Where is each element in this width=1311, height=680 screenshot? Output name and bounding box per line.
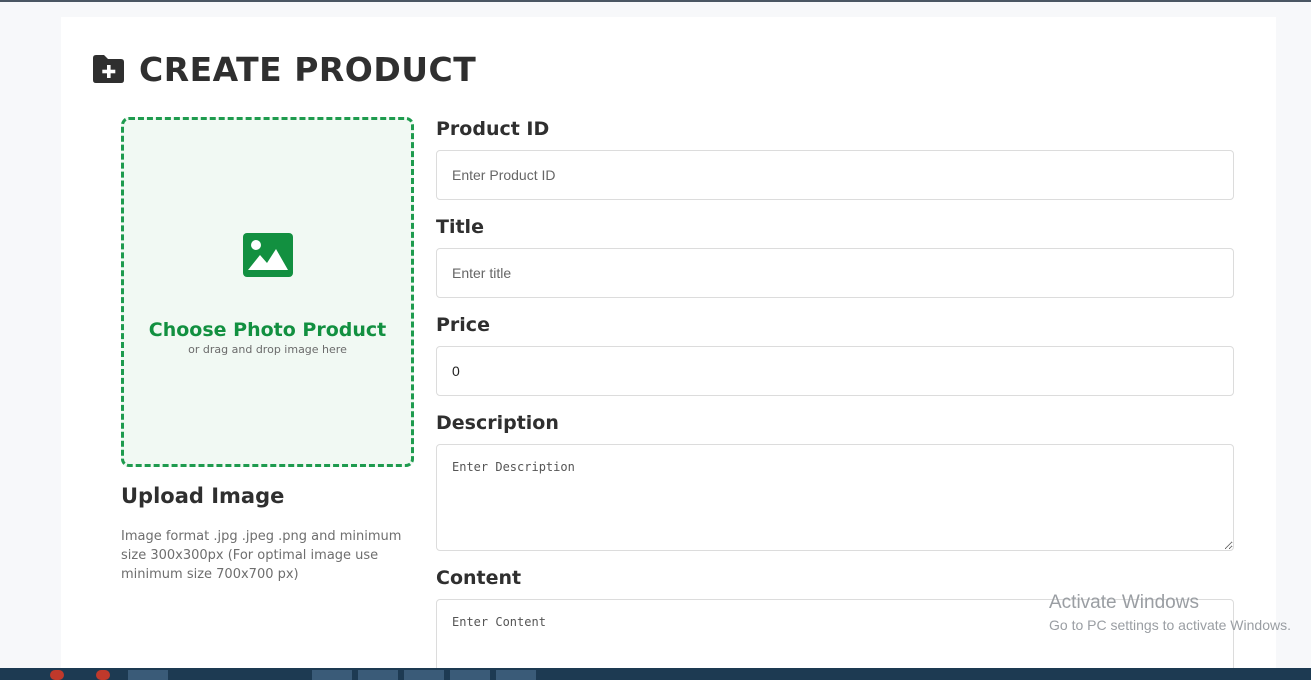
- taskbar-app-icon[interactable]: [128, 670, 168, 680]
- upload-image-heading: Upload Image: [121, 484, 285, 508]
- taskbar-app-icon[interactable]: [96, 670, 110, 680]
- image-dropzone[interactable]: Choose Photo Product or drag and drop im…: [121, 117, 414, 467]
- description-label: Description: [436, 412, 559, 434]
- dropzone-title: Choose Photo Product: [148, 319, 387, 341]
- product-id-label: Product ID: [436, 118, 550, 140]
- upload-image-help: Image format .jpg .jpeg .png and minimum…: [121, 529, 402, 582]
- taskbar-app-icon[interactable]: [358, 670, 398, 680]
- taskbar-app-icon[interactable]: [450, 670, 490, 680]
- taskbar-app-icon[interactable]: [404, 670, 444, 680]
- dropzone-subtitle: or drag and drop image here: [188, 343, 347, 356]
- content-label: Content: [436, 567, 522, 589]
- title-label: Title: [436, 216, 484, 238]
- price-input[interactable]: [436, 346, 1234, 396]
- description-textarea[interactable]: [436, 444, 1234, 551]
- taskbar-app-icon[interactable]: [496, 670, 536, 680]
- title-input[interactable]: [436, 248, 1234, 298]
- taskbar-app-icon[interactable]: [50, 670, 64, 680]
- product-id-input[interactable]: [436, 150, 1234, 200]
- content-textarea[interactable]: [436, 599, 1234, 677]
- folder-plus-icon: [93, 55, 124, 83]
- page-header: CREATE PRODUCT: [91, 49, 476, 89]
- taskbar: [0, 668, 1311, 680]
- page-title: CREATE PRODUCT: [139, 49, 477, 89]
- window-top-border: [0, 0, 1311, 2]
- image-icon: [243, 233, 293, 277]
- taskbar-app-icon[interactable]: [312, 670, 352, 680]
- create-product-card: CREATE PRODUCT Choose Photo Product or d…: [61, 17, 1276, 677]
- price-label: Price: [436, 314, 490, 336]
